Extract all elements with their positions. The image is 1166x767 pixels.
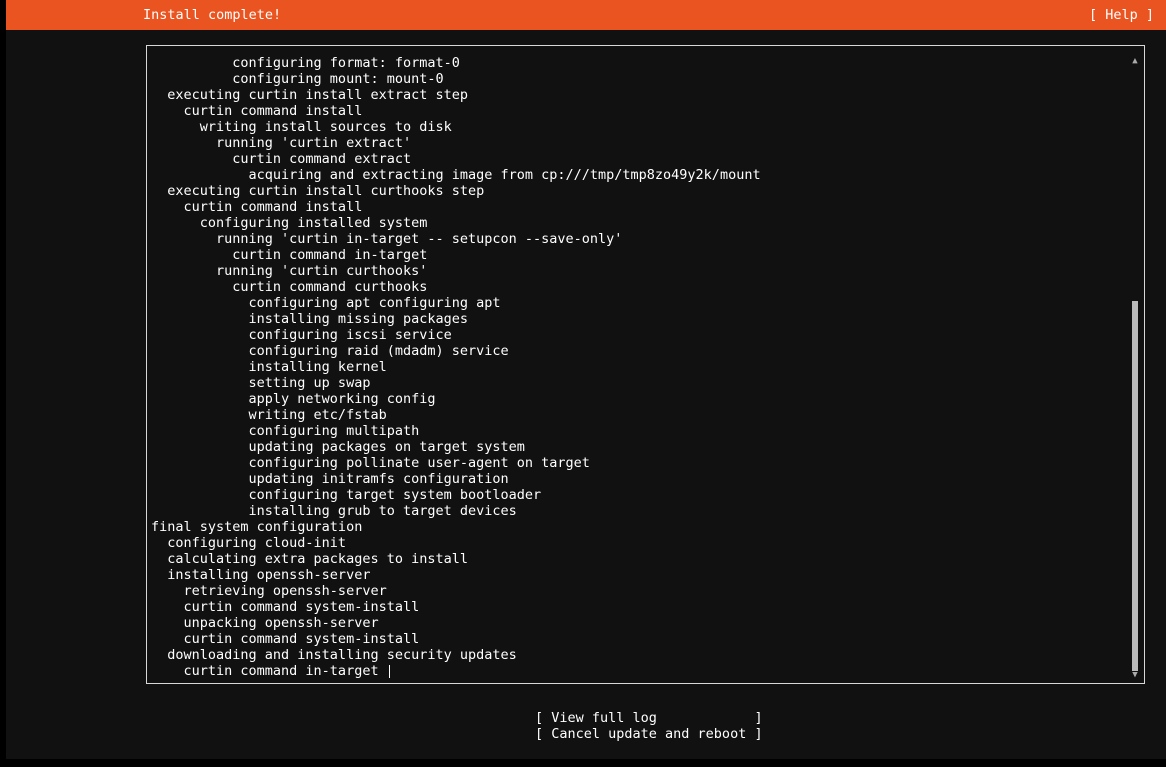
log-line: configuring multipath <box>151 423 1122 439</box>
log-line-text: retrieving openssh-server <box>151 583 387 599</box>
log-line: calculating extra packages to install <box>151 551 1122 567</box>
log-line: installing kernel <box>151 359 1122 375</box>
log-line-text: configuring pollinate user-agent on targ… <box>151 455 590 471</box>
log-line: curtin command install <box>151 199 1122 215</box>
log-line-text: running 'curtin curthooks' <box>151 263 428 279</box>
scroll-thumb[interactable] <box>1132 301 1138 671</box>
log-line-text: curtin command install <box>151 199 363 215</box>
log-line-text: executing curtin install extract step <box>151 87 468 103</box>
log-line-text: configuring iscsi service <box>151 327 452 343</box>
log-line-text: calculating extra packages to install <box>151 551 468 567</box>
log-line: curtin command curthooks <box>151 279 1122 295</box>
log-line: configuring raid (mdadm) service <box>151 343 1122 359</box>
log-line-text: final system configuration <box>151 519 363 535</box>
log-line-text: running 'curtin extract' <box>151 135 412 151</box>
log-scrollbar[interactable]: ▲ ▼ <box>1130 54 1140 680</box>
scroll-down-icon[interactable]: ▼ <box>1130 670 1140 680</box>
view-full-log-button[interactable]: [ View full log ] <box>535 710 763 726</box>
log-line-text: installing openssh-server <box>151 567 371 583</box>
log-line: writing etc/fstab <box>151 407 1122 423</box>
log-line: curtin command system-install <box>151 631 1122 647</box>
log-line-text: configuring multipath <box>151 423 420 439</box>
bottom-edge <box>0 759 1166 767</box>
log-line-text: apply networking config <box>151 391 436 407</box>
log-line: final system configuration <box>151 519 1122 535</box>
log-line: executing curtin install curthooks step <box>151 183 1122 199</box>
log-line: configuring installed system <box>151 215 1122 231</box>
log-line-text: configuring mount: mount-0 <box>151 71 444 87</box>
log-line-text: downloading and installing security upda… <box>151 647 517 663</box>
log-line-text: curtin command install <box>151 103 363 119</box>
log-line-text: curtin command in-target <box>151 247 428 263</box>
log-line: retrieving openssh-server <box>151 583 1122 599</box>
help-button[interactable]: [ Help ] <box>1089 6 1154 24</box>
log-line: curtin command install <box>151 103 1122 119</box>
text-cursor <box>388 664 390 678</box>
log-line-text: writing etc/fstab <box>151 407 387 423</box>
log-line: configuring iscsi service <box>151 327 1122 343</box>
log-line-text: executing curtin install curthooks step <box>151 183 485 199</box>
log-line-text: acquiring and extracting image from cp:/… <box>151 167 761 183</box>
log-line: updating packages on target system <box>151 439 1122 455</box>
log-line: curtin command in-target <box>151 247 1122 263</box>
log-line-text: configuring installed system <box>151 215 428 231</box>
log-line: apply networking config <box>151 391 1122 407</box>
log-line: installing openssh-server <box>151 567 1122 583</box>
log-line-text: unpacking openssh-server <box>151 615 379 631</box>
log-line: updating initramfs configuration <box>151 471 1122 487</box>
log-line-text: running 'curtin in-target -- setupcon --… <box>151 231 623 247</box>
log-line: running 'curtin curthooks' <box>151 263 1122 279</box>
log-line-text: configuring apt configuring apt <box>151 295 501 311</box>
log-line-text: updating initramfs configuration <box>151 471 509 487</box>
installer-screen: Install complete! [ Help ] configuring f… <box>6 0 1166 759</box>
log-line-text: configuring target system bootloader <box>151 487 542 503</box>
log-line-text: setting up swap <box>151 375 371 391</box>
log-line: curtin command extract <box>151 151 1122 167</box>
log-line: configuring mount: mount-0 <box>151 71 1122 87</box>
log-line-text: configuring cloud-init <box>151 535 347 551</box>
log-line: configuring apt configuring apt <box>151 295 1122 311</box>
log-line: running 'curtin extract' <box>151 135 1122 151</box>
log-line: configuring format: format-0 <box>151 55 1122 71</box>
log-line-text: updating packages on target system <box>151 439 525 455</box>
header-bar: Install complete! [ Help ] <box>6 0 1166 30</box>
install-log-panel[interactable]: configuring format: format-0 configuring… <box>146 45 1145 684</box>
log-line: curtin command in-target <box>151 663 1122 679</box>
log-line: downloading and installing security upda… <box>151 647 1122 663</box>
scroll-track[interactable] <box>1132 68 1138 671</box>
log-line: installing grub to target devices <box>151 503 1122 519</box>
log-line: configuring pollinate user-agent on targ… <box>151 455 1122 471</box>
log-line-text: configuring format: format-0 <box>151 55 460 71</box>
log-line-text: installing kernel <box>151 359 387 375</box>
log-line-text: writing install sources to disk <box>151 119 452 135</box>
scroll-up-icon[interactable]: ▲ <box>1130 56 1140 66</box>
log-line: curtin command system-install <box>151 599 1122 615</box>
log-line-text: curtin command curthooks <box>151 279 428 295</box>
log-line-text: installing grub to target devices <box>151 503 517 519</box>
action-buttons: [ View full log ] [ Cancel update and re… <box>535 710 763 742</box>
log-line-text: curtin command in-target <box>151 663 387 679</box>
log-line: writing install sources to disk <box>151 119 1122 135</box>
log-line: setting up swap <box>151 375 1122 391</box>
log-line-text: curtin command extract <box>151 151 412 167</box>
log-line: configuring cloud-init <box>151 535 1122 551</box>
log-line: configuring target system bootloader <box>151 487 1122 503</box>
log-line-text: configuring raid (mdadm) service <box>151 343 509 359</box>
log-line: installing missing packages <box>151 311 1122 327</box>
log-line-text: curtin command system-install <box>151 631 420 647</box>
log-line-text: curtin command system-install <box>151 599 420 615</box>
log-line-text: installing missing packages <box>151 311 468 327</box>
log-line: executing curtin install extract step <box>151 87 1122 103</box>
log-line: unpacking openssh-server <box>151 615 1122 631</box>
log-line: acquiring and extracting image from cp:/… <box>151 167 1122 183</box>
log-line: running 'curtin in-target -- setupcon --… <box>151 231 1122 247</box>
log-lines: configuring format: format-0 configuring… <box>151 55 1122 679</box>
cancel-update-reboot-button[interactable]: [ Cancel update and reboot ] <box>535 726 763 742</box>
page-title: Install complete! <box>143 7 282 23</box>
